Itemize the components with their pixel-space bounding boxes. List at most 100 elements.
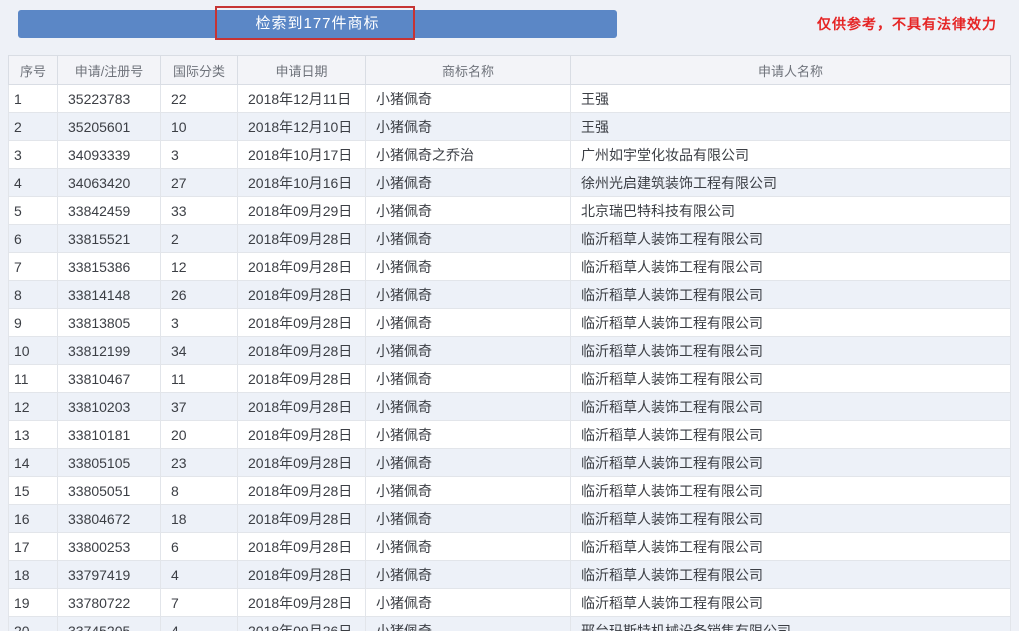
cell-mark-name[interactable]: 小猪佩奇 xyxy=(366,505,571,533)
cell-mark-name[interactable]: 小猪佩奇 xyxy=(366,197,571,225)
cell-date: 2018年09月28日 xyxy=(238,393,366,421)
cell-intl-class: 3 xyxy=(161,309,238,337)
cell-reg-no[interactable]: 35205601 xyxy=(58,113,161,141)
cell-intl-class: 10 xyxy=(161,113,238,141)
cell-date: 2018年09月28日 xyxy=(238,365,366,393)
cell-date: 2018年09月28日 xyxy=(238,561,366,589)
cell-intl-class: 4 xyxy=(161,617,238,631)
cell-reg-no[interactable]: 33797419 xyxy=(58,561,161,589)
col-header-reg-no: 申请/注册号 xyxy=(58,56,161,85)
cell-intl-class: 12 xyxy=(161,253,238,281)
cell-applicant: 临沂稻草人装饰工程有限公司 xyxy=(571,505,1011,533)
cell-reg-no[interactable]: 33810203 xyxy=(58,393,161,421)
cell-mark-name[interactable]: 小猪佩奇 xyxy=(366,281,571,309)
cell-date: 2018年09月28日 xyxy=(238,533,366,561)
cell-mark-name[interactable]: 小猪佩奇 xyxy=(366,533,571,561)
cell-reg-no[interactable]: 33815521 xyxy=(58,225,161,253)
cell-applicant: 临沂稻草人装饰工程有限公司 xyxy=(571,281,1011,309)
cell-reg-no[interactable]: 33815386 xyxy=(58,253,161,281)
results-table-body: 135223783222018年12月11日小猪佩奇王强235205601102… xyxy=(9,85,1011,631)
cell-mark-name[interactable]: 小猪佩奇 xyxy=(366,449,571,477)
cell-date: 2018年09月28日 xyxy=(238,505,366,533)
cell-applicant: 临沂稻草人装饰工程有限公司 xyxy=(571,337,1011,365)
cell-reg-no[interactable]: 33804672 xyxy=(58,505,161,533)
cell-mark-name[interactable]: 小猪佩奇 xyxy=(366,85,571,113)
cell-intl-class: 37 xyxy=(161,393,238,421)
cell-mark-name[interactable]: 小猪佩奇 xyxy=(366,309,571,337)
cell-reg-no[interactable]: 33842459 xyxy=(58,197,161,225)
cell-serial: 2 xyxy=(9,113,58,141)
cell-reg-no[interactable]: 33813805 xyxy=(58,309,161,337)
table-row: 1633804672182018年09月28日小猪佩奇临沂稻草人装饰工程有限公司 xyxy=(9,505,1011,533)
cell-mark-name[interactable]: 小猪佩奇 xyxy=(366,421,571,449)
cell-intl-class: 22 xyxy=(161,85,238,113)
table-row: 203374520542018年09月26日小猪佩奇邢台玛斯特机械设备销售有限公… xyxy=(9,617,1011,631)
cell-serial: 11 xyxy=(9,365,58,393)
cell-mark-name[interactable]: 小猪佩奇 xyxy=(366,617,571,631)
col-header-intl-class: 国际分类 xyxy=(161,56,238,85)
cell-reg-no[interactable]: 33780722 xyxy=(58,589,161,617)
cell-date: 2018年09月29日 xyxy=(238,197,366,225)
cell-applicant: 临沂稻草人装饰工程有限公司 xyxy=(571,253,1011,281)
cell-mark-name[interactable]: 小猪佩奇之乔治 xyxy=(366,141,571,169)
cell-date: 2018年09月28日 xyxy=(238,309,366,337)
cell-serial: 14 xyxy=(9,449,58,477)
cell-reg-no[interactable]: 34063420 xyxy=(58,169,161,197)
cell-reg-no[interactable]: 34093339 xyxy=(58,141,161,169)
cell-serial: 19 xyxy=(9,589,58,617)
cell-date: 2018年10月17日 xyxy=(238,141,366,169)
cell-reg-no[interactable]: 35223783 xyxy=(58,85,161,113)
cell-serial: 5 xyxy=(9,197,58,225)
table-row: 63381552122018年09月28日小猪佩奇临沂稻草人装饰工程有限公司 xyxy=(9,225,1011,253)
cell-applicant: 广州如宇堂化妆品有限公司 xyxy=(571,141,1011,169)
cell-applicant: 临沂稻草人装饰工程有限公司 xyxy=(571,449,1011,477)
cell-mark-name[interactable]: 小猪佩奇 xyxy=(366,225,571,253)
cell-applicant: 临沂稻草人装饰工程有限公司 xyxy=(571,561,1011,589)
cell-mark-name[interactable]: 小猪佩奇 xyxy=(366,477,571,505)
trademark-results-table: 序号 申请/注册号 国际分类 申请日期 商标名称 申请人名称 135223783… xyxy=(8,55,1011,631)
cell-reg-no[interactable]: 33800253 xyxy=(58,533,161,561)
table-row: 135223783222018年12月11日小猪佩奇王强 xyxy=(9,85,1011,113)
cell-date: 2018年12月10日 xyxy=(238,113,366,141)
cell-reg-no[interactable]: 33745205 xyxy=(58,617,161,631)
cell-date: 2018年09月28日 xyxy=(238,421,366,449)
table-row: 193378072272018年09月28日小猪佩奇临沂稻草人装饰工程有限公司 xyxy=(9,589,1011,617)
cell-mark-name[interactable]: 小猪佩奇 xyxy=(366,393,571,421)
cell-date: 2018年09月28日 xyxy=(238,337,366,365)
cell-reg-no[interactable]: 33805105 xyxy=(58,449,161,477)
table-row: 1133810467112018年09月28日小猪佩奇临沂稻草人装饰工程有限公司 xyxy=(9,365,1011,393)
cell-intl-class: 4 xyxy=(161,561,238,589)
cell-mark-name[interactable]: 小猪佩奇 xyxy=(366,561,571,589)
cell-serial: 13 xyxy=(9,421,58,449)
table-row: 1433805105232018年09月28日小猪佩奇临沂稻草人装饰工程有限公司 xyxy=(9,449,1011,477)
col-header-mark-name: 商标名称 xyxy=(366,56,571,85)
legal-disclaimer-text: 仅供参考，不具有法律效力 xyxy=(817,14,997,34)
cell-date: 2018年09月28日 xyxy=(238,225,366,253)
table-row: 434063420272018年10月16日小猪佩奇徐州光启建筑装饰工程有限公司 xyxy=(9,169,1011,197)
cell-intl-class: 3 xyxy=(161,141,238,169)
cell-date: 2018年10月16日 xyxy=(238,169,366,197)
cell-mark-name[interactable]: 小猪佩奇 xyxy=(366,253,571,281)
cell-applicant: 临沂稻草人装饰工程有限公司 xyxy=(571,477,1011,505)
cell-serial: 20 xyxy=(9,617,58,631)
cell-applicant: 临沂稻草人装饰工程有限公司 xyxy=(571,533,1011,561)
cell-mark-name[interactable]: 小猪佩奇 xyxy=(366,113,571,141)
cell-reg-no[interactable]: 33805051 xyxy=(58,477,161,505)
cell-mark-name[interactable]: 小猪佩奇 xyxy=(366,337,571,365)
cell-reg-no[interactable]: 33812199 xyxy=(58,337,161,365)
cell-serial: 8 xyxy=(9,281,58,309)
table-row: 235205601102018年12月10日小猪佩奇王强 xyxy=(9,113,1011,141)
cell-applicant: 临沂稻草人装饰工程有限公司 xyxy=(571,225,1011,253)
cell-mark-name[interactable]: 小猪佩奇 xyxy=(366,169,571,197)
cell-mark-name[interactable]: 小猪佩奇 xyxy=(366,365,571,393)
table-row: 1033812199342018年09月28日小猪佩奇临沂稻草人装饰工程有限公司 xyxy=(9,337,1011,365)
cell-serial: 6 xyxy=(9,225,58,253)
cell-reg-no[interactable]: 33814148 xyxy=(58,281,161,309)
cell-reg-no[interactable]: 33810467 xyxy=(58,365,161,393)
cell-applicant: 徐州光启建筑装饰工程有限公司 xyxy=(571,169,1011,197)
cell-reg-no[interactable]: 33810181 xyxy=(58,421,161,449)
search-result-count-banner: 检索到177件商标 xyxy=(18,10,617,38)
cell-mark-name[interactable]: 小猪佩奇 xyxy=(366,589,571,617)
table-row: 33409333932018年10月17日小猪佩奇之乔治广州如宇堂化妆品有限公司 xyxy=(9,141,1011,169)
cell-applicant: 临沂稻草人装饰工程有限公司 xyxy=(571,365,1011,393)
